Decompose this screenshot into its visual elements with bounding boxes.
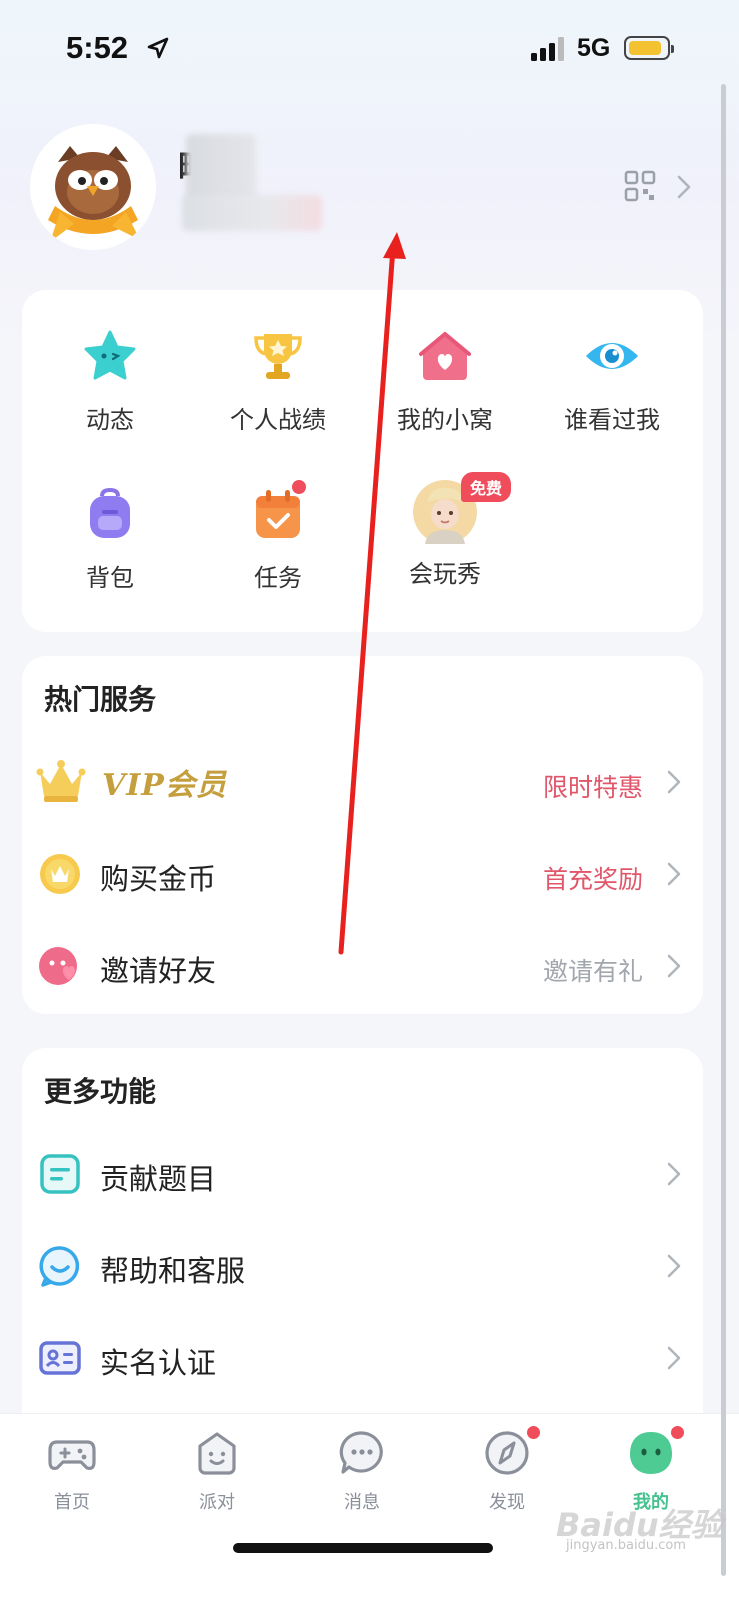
feature-tasks[interactable]: 任务 bbox=[198, 478, 358, 593]
buy-coins-row[interactable]: 购买金币 首充奖励 bbox=[22, 830, 703, 920]
blurred-name bbox=[186, 134, 256, 202]
tab-label: 消息 bbox=[344, 1492, 380, 1513]
tab-label: 发现 bbox=[489, 1492, 525, 1513]
vip-row[interactable]: VIP会员 限时特惠 bbox=[22, 738, 703, 828]
backpack-icon bbox=[90, 487, 130, 538]
me-icon bbox=[630, 1432, 672, 1474]
coin-icon bbox=[40, 854, 80, 894]
feature-backpack[interactable]: 背包 bbox=[30, 486, 190, 593]
real-name-row[interactable]: 实名认证 bbox=[22, 1314, 703, 1404]
feature-label: 我的小窝 bbox=[397, 406, 493, 434]
feature-my-nest[interactable]: 我的小窝 bbox=[365, 328, 525, 435]
message-icon bbox=[339, 1431, 383, 1474]
party-icon bbox=[198, 1432, 236, 1475]
scroll-indicator[interactable] bbox=[721, 84, 726, 1576]
chevron-right-icon bbox=[667, 770, 681, 794]
eye-icon bbox=[586, 343, 638, 369]
owl-avatar-icon bbox=[30, 124, 156, 250]
more-functions-card: 更多功能 贡献题目 帮助和客服 实名认证 bbox=[22, 1048, 703, 1448]
row-label: 贡献题目 bbox=[100, 1162, 217, 1196]
blurred-id bbox=[182, 195, 322, 231]
home-indicator[interactable] bbox=[233, 1543, 493, 1553]
gamepad-icon bbox=[48, 1440, 96, 1470]
chevron-right-icon bbox=[667, 1346, 681, 1370]
battery-icon bbox=[624, 36, 674, 60]
feature-label: 动态 bbox=[86, 406, 134, 434]
feature-label: 会玩秀 bbox=[409, 560, 481, 588]
row-value: 邀请有礼 bbox=[542, 957, 643, 986]
location-arrow-icon bbox=[147, 37, 169, 59]
tab-label: 首页 bbox=[54, 1492, 90, 1513]
network-type: 5G bbox=[577, 34, 611, 62]
house-heart-icon bbox=[419, 332, 471, 380]
status-time: 5:52 bbox=[66, 30, 129, 65]
tab-label: 派对 bbox=[199, 1492, 235, 1513]
feature-label: 个人战绩 bbox=[230, 406, 326, 434]
tab-messages[interactable]: 消息 bbox=[312, 1428, 412, 1514]
invite-friend-icon bbox=[39, 947, 77, 985]
free-badge: 免费 bbox=[461, 472, 512, 502]
cellular-signal-icon bbox=[531, 37, 564, 61]
feature-record[interactable]: 个人战绩 bbox=[198, 328, 358, 435]
avatar[interactable] bbox=[30, 124, 156, 250]
invite-friends-row[interactable]: 邀请好友 邀请有礼 bbox=[22, 922, 703, 1012]
watermark-url: jingyan.baidu.com bbox=[566, 1538, 686, 1553]
chevron-right-icon bbox=[667, 862, 681, 886]
row-label: 邀请好友 bbox=[100, 954, 217, 988]
chevron-right-icon bbox=[667, 1162, 681, 1186]
notification-dot bbox=[525, 1424, 542, 1441]
feature-avatar-show[interactable]: 会玩秀 免费 bbox=[365, 472, 525, 589]
status-bar: 5:52 5G bbox=[0, 0, 739, 90]
section-title: 更多功能 bbox=[44, 1075, 157, 1108]
feature-label: 背包 bbox=[86, 564, 134, 592]
id-card-icon bbox=[39, 1341, 81, 1375]
row-label: 帮助和客服 bbox=[100, 1254, 246, 1288]
chevron-right-icon bbox=[667, 954, 681, 978]
compass-icon bbox=[485, 1431, 529, 1475]
row-label: 购买金币 bbox=[100, 862, 217, 896]
chevron-right-icon[interactable] bbox=[676, 174, 692, 200]
customer-service-icon bbox=[39, 1246, 80, 1287]
feature-label: 谁看过我 bbox=[564, 406, 660, 434]
star-face-icon bbox=[84, 330, 136, 380]
section-title: 热门服务 bbox=[44, 683, 157, 716]
feature-grid-card: 动态 个人战绩 我的小窝 谁看过我 背包 任务 会玩秀 免费 bbox=[22, 290, 703, 632]
tab-party[interactable]: 派对 bbox=[167, 1428, 267, 1514]
trophy-icon bbox=[254, 334, 302, 379]
document-icon bbox=[40, 1154, 80, 1194]
vip-label: VIP会员 bbox=[102, 768, 227, 803]
tab-discover[interactable]: 发现 bbox=[457, 1424, 557, 1514]
notification-dot bbox=[669, 1424, 686, 1441]
qr-code-icon[interactable] bbox=[624, 170, 656, 202]
notification-dot bbox=[290, 478, 308, 496]
row-value: 限时特惠 bbox=[542, 773, 643, 802]
hot-services-card: 热门服务 VIP会员 限时特惠 购买金币 首充奖励 邀请好友 邀请有礼 bbox=[22, 656, 703, 1014]
profile-header[interactable]: 毗 bbox=[0, 110, 739, 260]
feature-moments[interactable]: 动态 bbox=[30, 328, 190, 435]
contribute-questions-row[interactable]: 贡献题目 bbox=[22, 1130, 703, 1220]
feature-label: 任务 bbox=[254, 564, 302, 592]
help-service-row[interactable]: 帮助和客服 bbox=[22, 1222, 703, 1312]
row-value: 首充奖励 bbox=[542, 865, 643, 894]
crown-icon bbox=[36, 760, 86, 802]
chevron-right-icon bbox=[667, 1254, 681, 1278]
feature-visitors[interactable]: 谁看过我 bbox=[532, 328, 692, 435]
row-label: 实名认证 bbox=[100, 1346, 217, 1380]
tab-home[interactable]: 首页 bbox=[22, 1428, 122, 1514]
